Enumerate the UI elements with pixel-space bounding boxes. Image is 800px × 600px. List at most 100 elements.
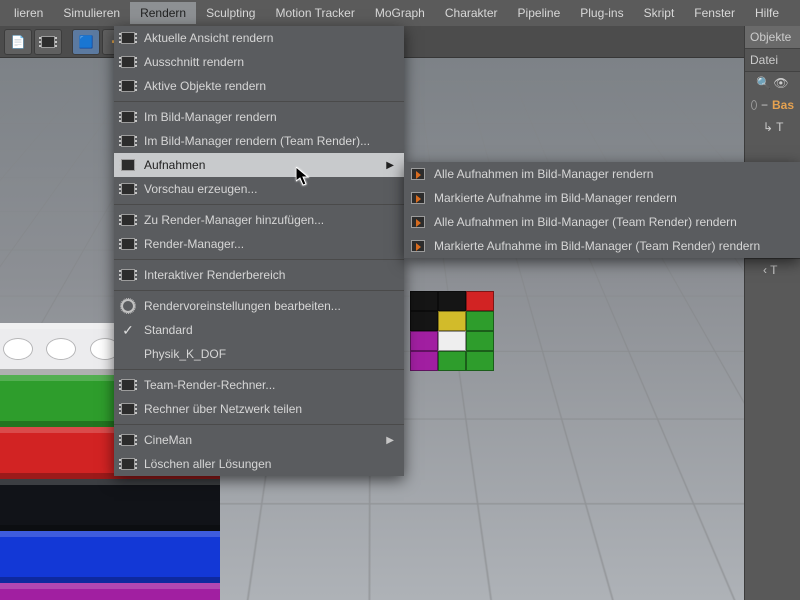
submenu-arrow-icon: ▶ [386, 160, 394, 171]
menu-bar: lierenSimulierenRendernSculptingMotion T… [0, 0, 800, 26]
menu-item-label: Rechner über Netzwerk teilen [144, 402, 302, 416]
tree-child-2[interactable]: ‹ T [745, 258, 800, 281]
menu-item[interactable]: Rendervoreinstellungen bearbeiten... [114, 294, 404, 318]
submenu-item[interactable]: Markierte Aufnahme im Bild-Manager (Team… [404, 234, 800, 258]
tool-clapper-icon[interactable] [34, 29, 62, 55]
menu-divider [114, 369, 404, 370]
right-panel: Objekte Datei 🔍 👁 − Bas ↳ T ‹ T [744, 26, 800, 600]
menu-item-icon [118, 77, 138, 95]
menu-item-label: Löschen aller Lösungen [144, 457, 271, 471]
submenu-item[interactable]: Alle Aufnahmen im Bild-Manager (Team Ren… [404, 210, 800, 234]
menu-item[interactable]: Team-Render-Rechner... [114, 373, 404, 397]
menu-item-icon [118, 235, 138, 253]
submenu-arrow-icon: ▶ [386, 435, 394, 446]
menu-item-label: Vorschau erzeugen... [144, 182, 257, 196]
menu-item-motion tracker[interactable]: Motion Tracker [265, 2, 364, 24]
menu-item-icon [118, 455, 138, 473]
submenu-label: Markierte Aufnahme im Bild-Manager rende… [434, 191, 677, 205]
menu-item[interactable]: Aktuelle Ansicht rendern [114, 26, 404, 50]
menu-item[interactable]: Render-Manager... [114, 232, 404, 256]
submenu-label: Markierte Aufnahme im Bild-Manager (Team… [434, 239, 760, 253]
menu-item-icon [118, 297, 138, 315]
panel-tab-file[interactable]: Datei [745, 49, 800, 72]
menu-divider [114, 424, 404, 425]
menu-item-icon [118, 132, 138, 150]
menu-item[interactable]: ✓ Standard [114, 318, 404, 342]
menu-item-label: Aufnahmen [144, 158, 205, 172]
menu-item-pipeline[interactable]: Pipeline [508, 2, 571, 24]
film-icon [41, 36, 55, 48]
magnifier-icon[interactable]: 🔍 [756, 76, 771, 90]
tree-node[interactable]: − Bas [745, 94, 800, 116]
menu-item-plug-ins[interactable]: Plug-ins [570, 2, 633, 24]
menu-item[interactable]: Ausschnitt rendern [114, 50, 404, 74]
filmplay-icon [411, 240, 425, 252]
filmplay-icon [411, 216, 425, 228]
menu-item-lieren[interactable]: lieren [4, 2, 53, 24]
menu-item[interactable]: Löschen aller Lösungen [114, 452, 404, 476]
menu-item-label: Aktuelle Ansicht rendern [144, 31, 273, 45]
menu-divider [114, 204, 404, 205]
minus-icon[interactable]: − [761, 98, 768, 112]
eye-icon[interactable]: 👁 [773, 76, 788, 90]
menu-item-icon [118, 180, 138, 198]
menu-item[interactable]: Im Bild-Manager rendern [114, 105, 404, 129]
menu-item-simulieren[interactable]: Simulieren [53, 2, 130, 24]
menu-item-fenster[interactable]: Fenster [684, 2, 745, 24]
menu-item-icon [118, 211, 138, 229]
filmplay-icon [411, 192, 425, 204]
menu-item[interactable]: Vorschau erzeugen... [114, 177, 404, 201]
menu-item-label: Standard [144, 323, 193, 337]
menu-item-label: Render-Manager... [144, 237, 244, 251]
menu-item-label: Aktive Objekte rendern [144, 79, 266, 93]
panel-tab-objects[interactable]: Objekte [745, 26, 800, 49]
tree-child[interactable]: ↳ T [745, 116, 800, 138]
expand-icon[interactable] [751, 100, 757, 110]
submenu-label: Alle Aufnahmen im Bild-Manager rendern [434, 167, 653, 181]
menu-item-icon: ✓ [118, 321, 138, 339]
menu-item-icon [118, 345, 138, 363]
submenu-item[interactable]: Alle Aufnahmen im Bild-Manager rendern [404, 162, 800, 186]
menu-item-icon [118, 431, 138, 449]
menu-item-label: Ausschnitt rendern [144, 55, 244, 69]
menu-item-label: Rendervoreinstellungen bearbeiten... [144, 299, 341, 313]
menu-item[interactable]: CineMan ▶ [114, 428, 404, 452]
tool-new-icon[interactable]: 📄 [4, 29, 32, 55]
render-submenu-aufnahmen: Alle Aufnahmen im Bild-Manager rendern M… [404, 162, 800, 258]
filmplay-icon [411, 168, 425, 180]
menu-item-label: Interaktiver Renderbereich [144, 268, 285, 282]
menu-item[interactable]: Physik_K_DOF [114, 342, 404, 366]
menu-item-sculpting[interactable]: Sculpting [196, 2, 265, 24]
menu-item[interactable]: Aktive Objekte rendern [114, 74, 404, 98]
menu-item-icon [118, 376, 138, 394]
menu-item-icon [118, 108, 138, 126]
menu-item[interactable]: Im Bild-Manager rendern (Team Render)... [114, 129, 404, 153]
menu-divider [114, 290, 404, 291]
menu-item-label: Im Bild-Manager rendern [144, 110, 277, 124]
menu-item-label: Im Bild-Manager rendern (Team Render)... [144, 134, 370, 148]
menu-item-icon [118, 266, 138, 284]
brick-stack-small [410, 291, 494, 371]
menu-item[interactable]: Interaktiver Renderbereich [114, 263, 404, 287]
panel-icons: 🔍 👁 [745, 72, 800, 94]
menu-item-icon [118, 156, 138, 174]
tool-cube-icon[interactable]: 🟦 [72, 29, 100, 55]
menu-item-icon [118, 29, 138, 47]
menu-item[interactable]: Zu Render-Manager hinzufügen... [114, 208, 404, 232]
menu-item-rendern[interactable]: Rendern [130, 2, 196, 24]
menu-item-label: Zu Render-Manager hinzufügen... [144, 213, 324, 227]
menu-item-icon [118, 400, 138, 418]
render-menu: Aktuelle Ansicht rendern Ausschnitt rende… [114, 26, 404, 476]
menu-item-icon [118, 53, 138, 71]
menu-item[interactable]: Rechner über Netzwerk teilen [114, 397, 404, 421]
menu-divider [114, 259, 404, 260]
menu-item-hilfe[interactable]: Hilfe [745, 2, 789, 24]
menu-item-skript[interactable]: Skript [634, 2, 685, 24]
submenu-item[interactable]: Markierte Aufnahme im Bild-Manager rende… [404, 186, 800, 210]
submenu-label: Alle Aufnahmen im Bild-Manager (Team Ren… [434, 215, 737, 229]
menu-item[interactable]: Aufnahmen ▶ [114, 153, 404, 177]
menu-item-charakter[interactable]: Charakter [435, 2, 508, 24]
node-label: Bas [772, 98, 794, 112]
menu-item-mograph[interactable]: MoGraph [365, 2, 435, 24]
menu-item-label: CineMan [144, 433, 192, 447]
